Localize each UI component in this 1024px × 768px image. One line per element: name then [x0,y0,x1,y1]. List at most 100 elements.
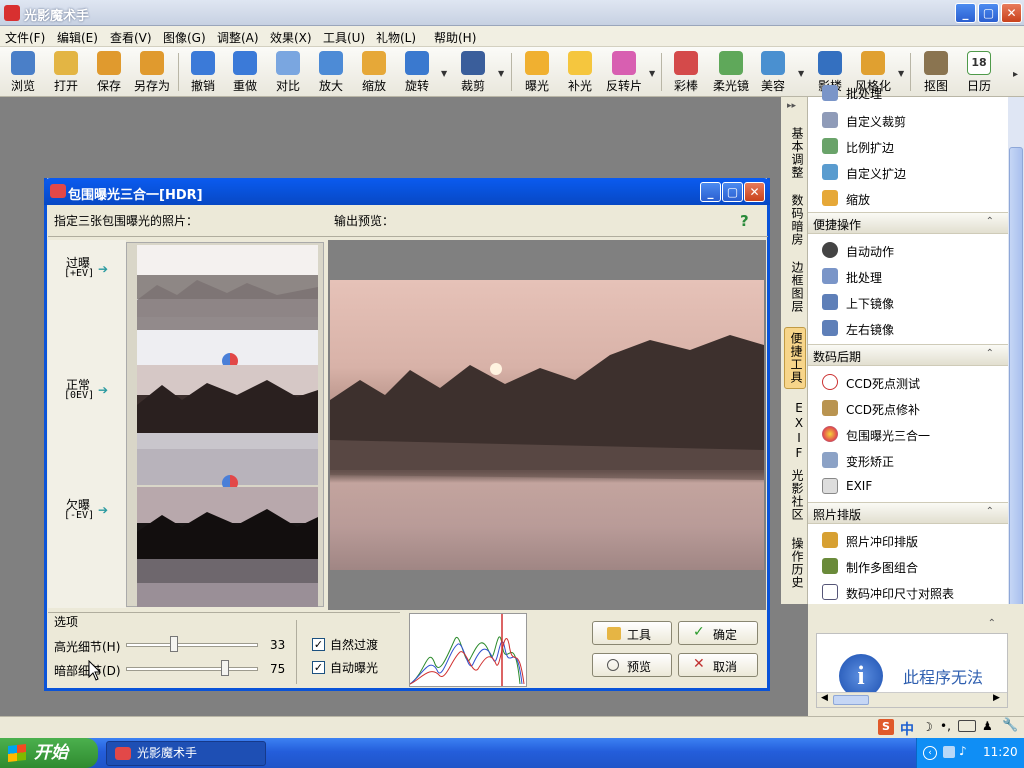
section-photo-layout[interactable]: 照片排版 ⌃ [808,502,1008,524]
message-scrollbar[interactable]: ◀ ▶ [817,692,1007,707]
tray-expand-icon[interactable]: ‹ [923,746,937,760]
section-quick-ops[interactable]: 便捷操作 ⌃ [808,212,1008,234]
minimize-button[interactable]: _ [955,3,976,23]
resize-button[interactable]: 缩放 [354,49,394,95]
exposure-button[interactable]: 曝光 [517,49,557,95]
crop-button[interactable]: 裁剪 [453,49,493,95]
ime-mode-icon[interactable]: 中 [900,719,914,739]
collapse-icon[interactable]: ⌃ [988,618,996,629]
moon-icon[interactable]: ☽ [922,720,933,734]
panel-item-exif[interactable]: EXIF [822,474,1002,498]
scrollbar-thumb[interactable] [833,695,869,705]
taskbar-app-button[interactable]: 光影魔术手 [106,741,266,766]
beauty-dropdown-icon[interactable]: ▼ [798,69,804,78]
panel-item-custom-crop[interactable]: 自定义裁剪 [822,108,1002,132]
panel-item-flip-vertical[interactable]: 上下镜像 [822,290,1002,314]
film-dropdown-icon[interactable]: ▼ [649,69,655,78]
preview-button[interactable]: 预览 [592,653,672,677]
help-icon[interactable]: ? [740,212,749,230]
tab-digital-darkroom[interactable]: 数码暗房 [784,190,806,250]
dialog-maximize-button[interactable]: ▢ [722,182,743,202]
shadow-detail-slider[interactable] [126,667,258,671]
panel-item-auto-action[interactable]: 自动动作 [822,238,1002,262]
hdr-preview-image[interactable] [330,280,764,570]
scroll-left-icon[interactable]: ◀ [821,693,828,703]
collapse-icon[interactable]: ⌃ [986,506,994,517]
panel-item-resize[interactable]: 缩放 [822,186,1002,210]
collapse-icon[interactable]: ⌃ [986,216,994,227]
redo-button[interactable]: 重做 [225,49,265,95]
dialog-close-button[interactable]: ✕ [744,182,765,202]
soft-focus-button[interactable]: 柔光镜 [710,49,752,95]
menu-tools[interactable]: 工具(U) [323,29,365,46]
natural-transition-checkbox[interactable]: ✓ [312,638,325,651]
menu-view[interactable]: 查看(V) [110,29,152,46]
start-button[interactable]: 开始 [0,738,98,768]
panel-item-size-table[interactable]: 数码冲印尺寸对照表 [822,580,1002,604]
panel-item-ccd-repair[interactable]: CCD死点修补 [822,396,1002,420]
panel-item-flip-horizontal[interactable]: 左右镜像 [822,316,1002,340]
menu-help[interactable]: 帮助(H) [434,29,476,46]
highlight-detail-slider[interactable] [126,643,258,647]
panel-item-ccd-test[interactable]: CCD死点测试 [822,370,1002,394]
ime-logo-icon[interactable]: S [878,719,894,735]
highlight-slider-thumb[interactable] [169,636,178,652]
open-button[interactable]: 打开 [46,49,86,95]
tab-exif[interactable]: EXIF [784,397,806,465]
normal-photo[interactable] [137,365,318,485]
panel-item-print-layout[interactable]: 照片冲印排版 [822,528,1002,552]
undo-button[interactable]: 撤销 [183,49,223,95]
menu-edit[interactable]: 编辑(E) [57,29,98,46]
overexposed-photo[interactable] [137,245,318,365]
tab-basic-adjust[interactable]: 基本调整 [784,123,806,183]
volume-icon[interactable]: ♪ [959,744,967,758]
panel-item-ratio-border[interactable]: 比例扩边 [822,134,1002,158]
crop-dropdown-icon[interactable]: ▼ [498,69,504,78]
panel-item-custom-border[interactable]: 自定义扩边 [822,160,1002,184]
tab-community[interactable]: 光影社区 [784,465,806,525]
menu-effect[interactable]: 效果(X) [270,29,312,46]
zoom-in-button[interactable]: 放大 [311,49,351,95]
panel-item-hdr[interactable]: 包围曝光三合一 [822,422,1002,446]
tab-border-layer[interactable]: 边框图层 [784,257,806,317]
color-wand-button[interactable]: 彩棒 [666,49,706,95]
scroll-right-icon[interactable]: ▶ [993,693,1000,703]
tools-button[interactable]: 工具 [592,621,672,645]
user-icon[interactable]: ♟ [982,719,993,733]
expand-icon[interactable]: ▸▸ [787,101,796,111]
ok-button[interactable]: ✓ 确定 [678,621,758,645]
collapse-icon[interactable]: ⌃ [986,348,994,359]
reversal-film-button[interactable]: 反转片 [603,49,645,95]
fill-light-button[interactable]: 补光 [560,49,600,95]
tab-history[interactable]: 操作历史 [784,533,806,593]
rotate-dropdown-icon[interactable]: ▼ [441,69,447,78]
network-icon[interactable] [943,746,955,758]
menu-file[interactable]: 文件(F) [5,29,45,46]
stylize-dropdown-icon[interactable]: ▼ [898,69,904,78]
maximize-button[interactable]: ▢ [978,3,999,23]
keyboard-icon[interactable] [958,720,976,732]
panel-item-cut[interactable]: 批处理 [822,85,1002,103]
punctuation-icon[interactable]: •, [940,719,951,733]
menu-adjust[interactable]: 调整(A) [217,29,259,46]
toolbar-more-icon[interactable]: ▸ [1013,69,1018,80]
auto-exposure-checkbox[interactable]: ✓ [312,661,325,674]
cancel-button[interactable]: ✕ 取消 [678,653,758,677]
shadow-slider-thumb[interactable] [221,660,229,676]
browse-button[interactable]: 浏览 [3,49,43,95]
dialog-minimize-button[interactable]: _ [700,182,721,202]
save-button[interactable]: 保存 [89,49,129,95]
panel-item-distortion[interactable]: 变形矫正 [822,448,1002,472]
underexposed-photo[interactable] [137,487,318,607]
compare-button[interactable]: 对比 [268,49,308,95]
rotate-button[interactable]: 旋转 [397,49,437,95]
wrench-icon[interactable]: 🔧 [1002,718,1018,733]
section-digital-post[interactable]: 数码后期 ⌃ [808,344,1008,366]
menu-gift[interactable]: 礼物(L) [376,29,416,46]
panel-item-collage[interactable]: 制作多图组合 [822,554,1002,578]
save-as-button[interactable]: 另存为 [131,49,173,95]
menu-image[interactable]: 图像(G) [163,29,206,46]
beauty-button[interactable]: 美容 [753,49,793,95]
panel-scrollbar[interactable] [1008,97,1024,687]
tab-quick-tools[interactable]: 便捷工具 [784,327,806,389]
